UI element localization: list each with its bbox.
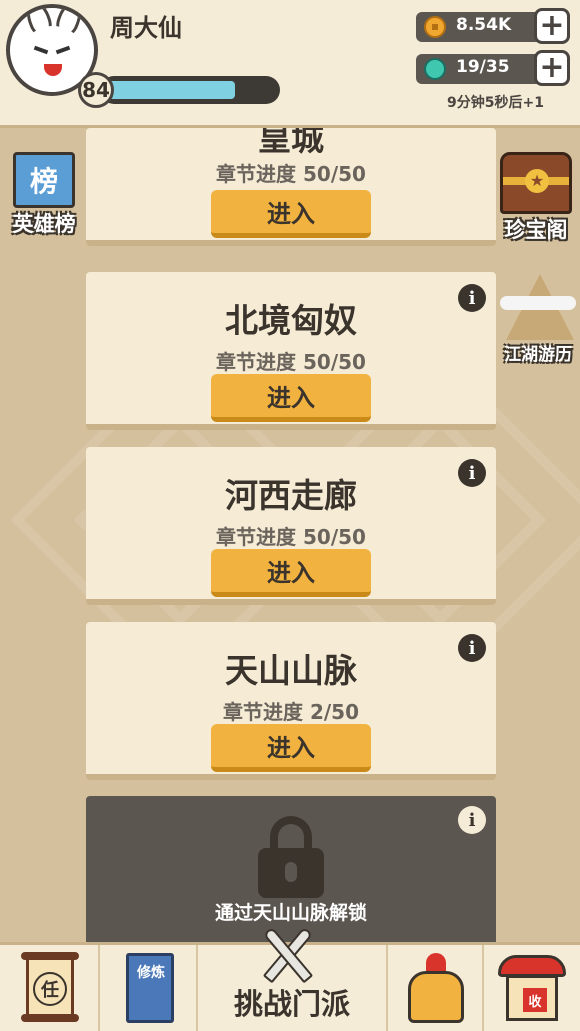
- banner-icon: 榜: [13, 152, 75, 208]
- enter-stage-button[interactable]: 进入: [211, 724, 371, 772]
- stage-title: 河西走廊: [225, 476, 357, 515]
- stamina-value: 19/35: [456, 57, 510, 77]
- info-icon[interactable]: i: [458, 459, 486, 487]
- coin-counter: 8.54K +: [416, 8, 570, 44]
- treasure-pavilion-button[interactable]: 珍宝阁: [496, 152, 576, 244]
- top-status-bar: 周大仙 84 8.54K + 19/35 + 9分钟5秒后+1: [0, 0, 580, 128]
- helmet-icon: [408, 953, 464, 1023]
- info-icon[interactable]: i: [458, 284, 486, 312]
- stage-card: 皇城 章节进度 50/50 进入: [86, 119, 496, 246]
- coin-value: 8.54K: [456, 15, 512, 35]
- jade-icon: [424, 58, 446, 80]
- jianghu-travel-label: 江湖游历: [504, 345, 572, 365]
- padlock-icon: [258, 816, 324, 898]
- hero-rank-button[interactable]: 榜 英雄榜: [4, 152, 84, 238]
- player-name: 周大仙: [110, 14, 182, 42]
- stamina-counter: 19/35 +: [416, 50, 570, 86]
- stamina-regen-timer: 9分钟5秒后+1: [447, 95, 544, 111]
- train-glyph: 修炼: [137, 965, 165, 981]
- stage-card: 北境匈奴 章节进度 50/50 进入 i: [86, 272, 496, 430]
- stage-card: 河西走廊 章节进度 50/50 进入 i: [86, 447, 496, 605]
- info-icon[interactable]: i: [458, 634, 486, 662]
- stage-progress: 章节进度 50/50: [216, 350, 366, 374]
- crossed-swords-icon: [256, 923, 320, 987]
- stage-title: 天山山脉: [225, 651, 357, 690]
- collect-glyph: 收: [523, 988, 547, 1012]
- add-stamina-button[interactable]: +: [534, 50, 570, 86]
- bottom-navigation: 任 修炼 挑战门派 收: [0, 926, 580, 1031]
- pavilion-icon: 收: [498, 955, 566, 1023]
- treasure-pavilion-label: 珍宝阁: [504, 218, 568, 242]
- nav-train-button[interactable]: 修炼: [100, 945, 198, 1031]
- book-icon: 修炼: [126, 953, 174, 1023]
- nav-collect-button[interactable]: 收: [484, 945, 580, 1031]
- nav-challenge-sect-button[interactable]: 挑战门派: [198, 926, 388, 1031]
- stage-progress: 章节进度 2/50: [222, 700, 359, 724]
- info-icon[interactable]: i: [458, 806, 486, 834]
- enter-stage-button[interactable]: 进入: [211, 374, 371, 422]
- coin-icon: [424, 16, 446, 38]
- scroll-icon: 任: [21, 952, 79, 1022]
- stage-progress: 章节进度 50/50: [216, 162, 366, 186]
- add-coins-button[interactable]: +: [534, 8, 570, 44]
- experience-bar: [100, 76, 280, 104]
- nav-task-button[interactable]: 任: [0, 945, 100, 1031]
- stage-progress: 章节进度 50/50: [216, 525, 366, 549]
- player-level-badge: 84: [78, 72, 114, 108]
- stage-card: 天山山脉 章节进度 2/50 进入 i: [86, 622, 496, 780]
- nav-equipment-button[interactable]: [388, 945, 484, 1031]
- task-glyph: 任: [33, 972, 67, 1006]
- jianghu-travel-button[interactable]: 江湖游历: [498, 268, 578, 365]
- hero-rank-label: 英雄榜: [12, 212, 76, 236]
- treasure-chest-icon: [500, 152, 572, 214]
- stage-title: 北境匈奴: [225, 301, 357, 340]
- experience-bar-fill: [100, 81, 235, 99]
- enter-stage-button[interactable]: 进入: [211, 549, 371, 597]
- unlock-requirement-text: 通过天山山脉解锁: [214, 902, 367, 924]
- challenge-sect-label: 挑战门派: [233, 987, 350, 1021]
- mountain-icon: [500, 268, 576, 340]
- enter-stage-button[interactable]: 进入: [211, 190, 371, 238]
